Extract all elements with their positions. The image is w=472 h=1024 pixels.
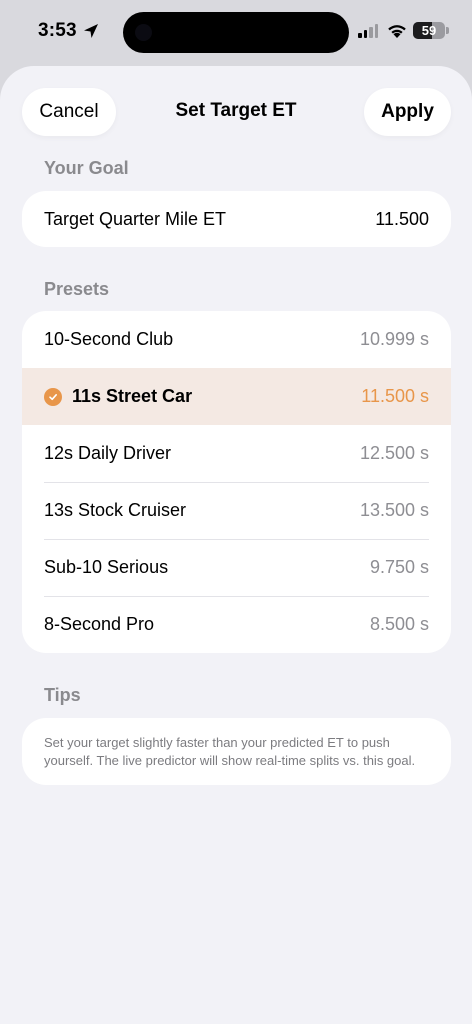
preset-value: 10.999 s — [359, 329, 429, 349]
preset-name: 13s Stock Cruiser — [44, 500, 186, 521]
battery-icon: 59 — [413, 22, 445, 39]
status-time: 3:53 — [38, 20, 99, 42]
preset-name-text: 13s Stock Cruiser — [44, 500, 187, 520]
preset-row[interactable]: Sub-10 Serious 9.750 s — [22, 539, 451, 596]
preset-row[interactable]: 11s Street Car 11.500 s — [22, 368, 451, 425]
preset-name: 10-Second Club — [44, 329, 173, 350]
preset-value: 13.500 s — [359, 500, 429, 520]
target-et-label: Target Quarter Mile ET — [44, 208, 227, 229]
preset-value: 11.500 s — [361, 386, 429, 406]
location-arrow-icon — [83, 24, 98, 38]
tips-text: Set your target slightly faster than you… — [44, 735, 416, 768]
preset-value: 9.750 s — [369, 557, 429, 577]
preset-name: 11s Street Car — [44, 386, 192, 407]
target-et-value[interactable]: 11.500 — [375, 209, 429, 230]
presets-section-label: Presets — [44, 279, 110, 299]
preset-name: 8-Second Pro — [44, 614, 154, 635]
tips-card: Set your target slightly faster than you… — [22, 718, 451, 785]
tips-section-label: Tips — [44, 685, 81, 705]
preset-name-text: 8-Second Pro — [44, 614, 155, 634]
preset-name-text: 10-Second Club — [44, 329, 174, 349]
preset-row[interactable]: 13s Stock Cruiser 13.500 s — [22, 482, 451, 539]
preset-row[interactable]: 8-Second Pro 8.500 s — [22, 596, 451, 653]
preset-name-text: 11s Street Car — [72, 386, 193, 406]
preset-name-text: 12s Daily Driver — [44, 443, 172, 463]
preset-name: Sub-10 Serious — [44, 557, 168, 578]
cellular-signal-icon — [358, 24, 378, 38]
time-text: 3:53 — [38, 20, 77, 41]
preset-row[interactable]: 12s Daily Driver 12.500 s — [22, 425, 451, 482]
preset-name: 12s Daily Driver — [44, 443, 171, 464]
checkmark-icon — [44, 387, 62, 406]
preset-row[interactable]: 10-Second Club 10.999 s — [22, 311, 451, 368]
wifi-icon — [388, 25, 406, 38]
preset-value: 8.500 s — [369, 614, 429, 634]
target-et-sheet: Cancel Set Target ET Apply Your Goal Tar… — [0, 66, 472, 1024]
your-goal-section-label: Your Goal — [44, 158, 129, 178]
dynamic-island — [123, 12, 349, 53]
preset-name-text: Sub-10 Serious — [44, 557, 169, 577]
presets-card: 10-Second Club 10.999 s 11s Street Car 11.5… — [22, 311, 451, 653]
goal-card: Target Quarter Mile ET 11.500 — [22, 191, 451, 247]
battery-nub — [446, 27, 449, 34]
status-bar: 3:53 59 — [0, 0, 472, 64]
preset-value: 12.500 s — [359, 443, 429, 463]
camera-icon — [135, 24, 152, 41]
battery-percent: 59 — [421, 23, 437, 38]
apply-button[interactable]: Apply — [364, 88, 451, 136]
target-et-row[interactable]: Target Quarter Mile ET 11.500 — [22, 191, 451, 247]
